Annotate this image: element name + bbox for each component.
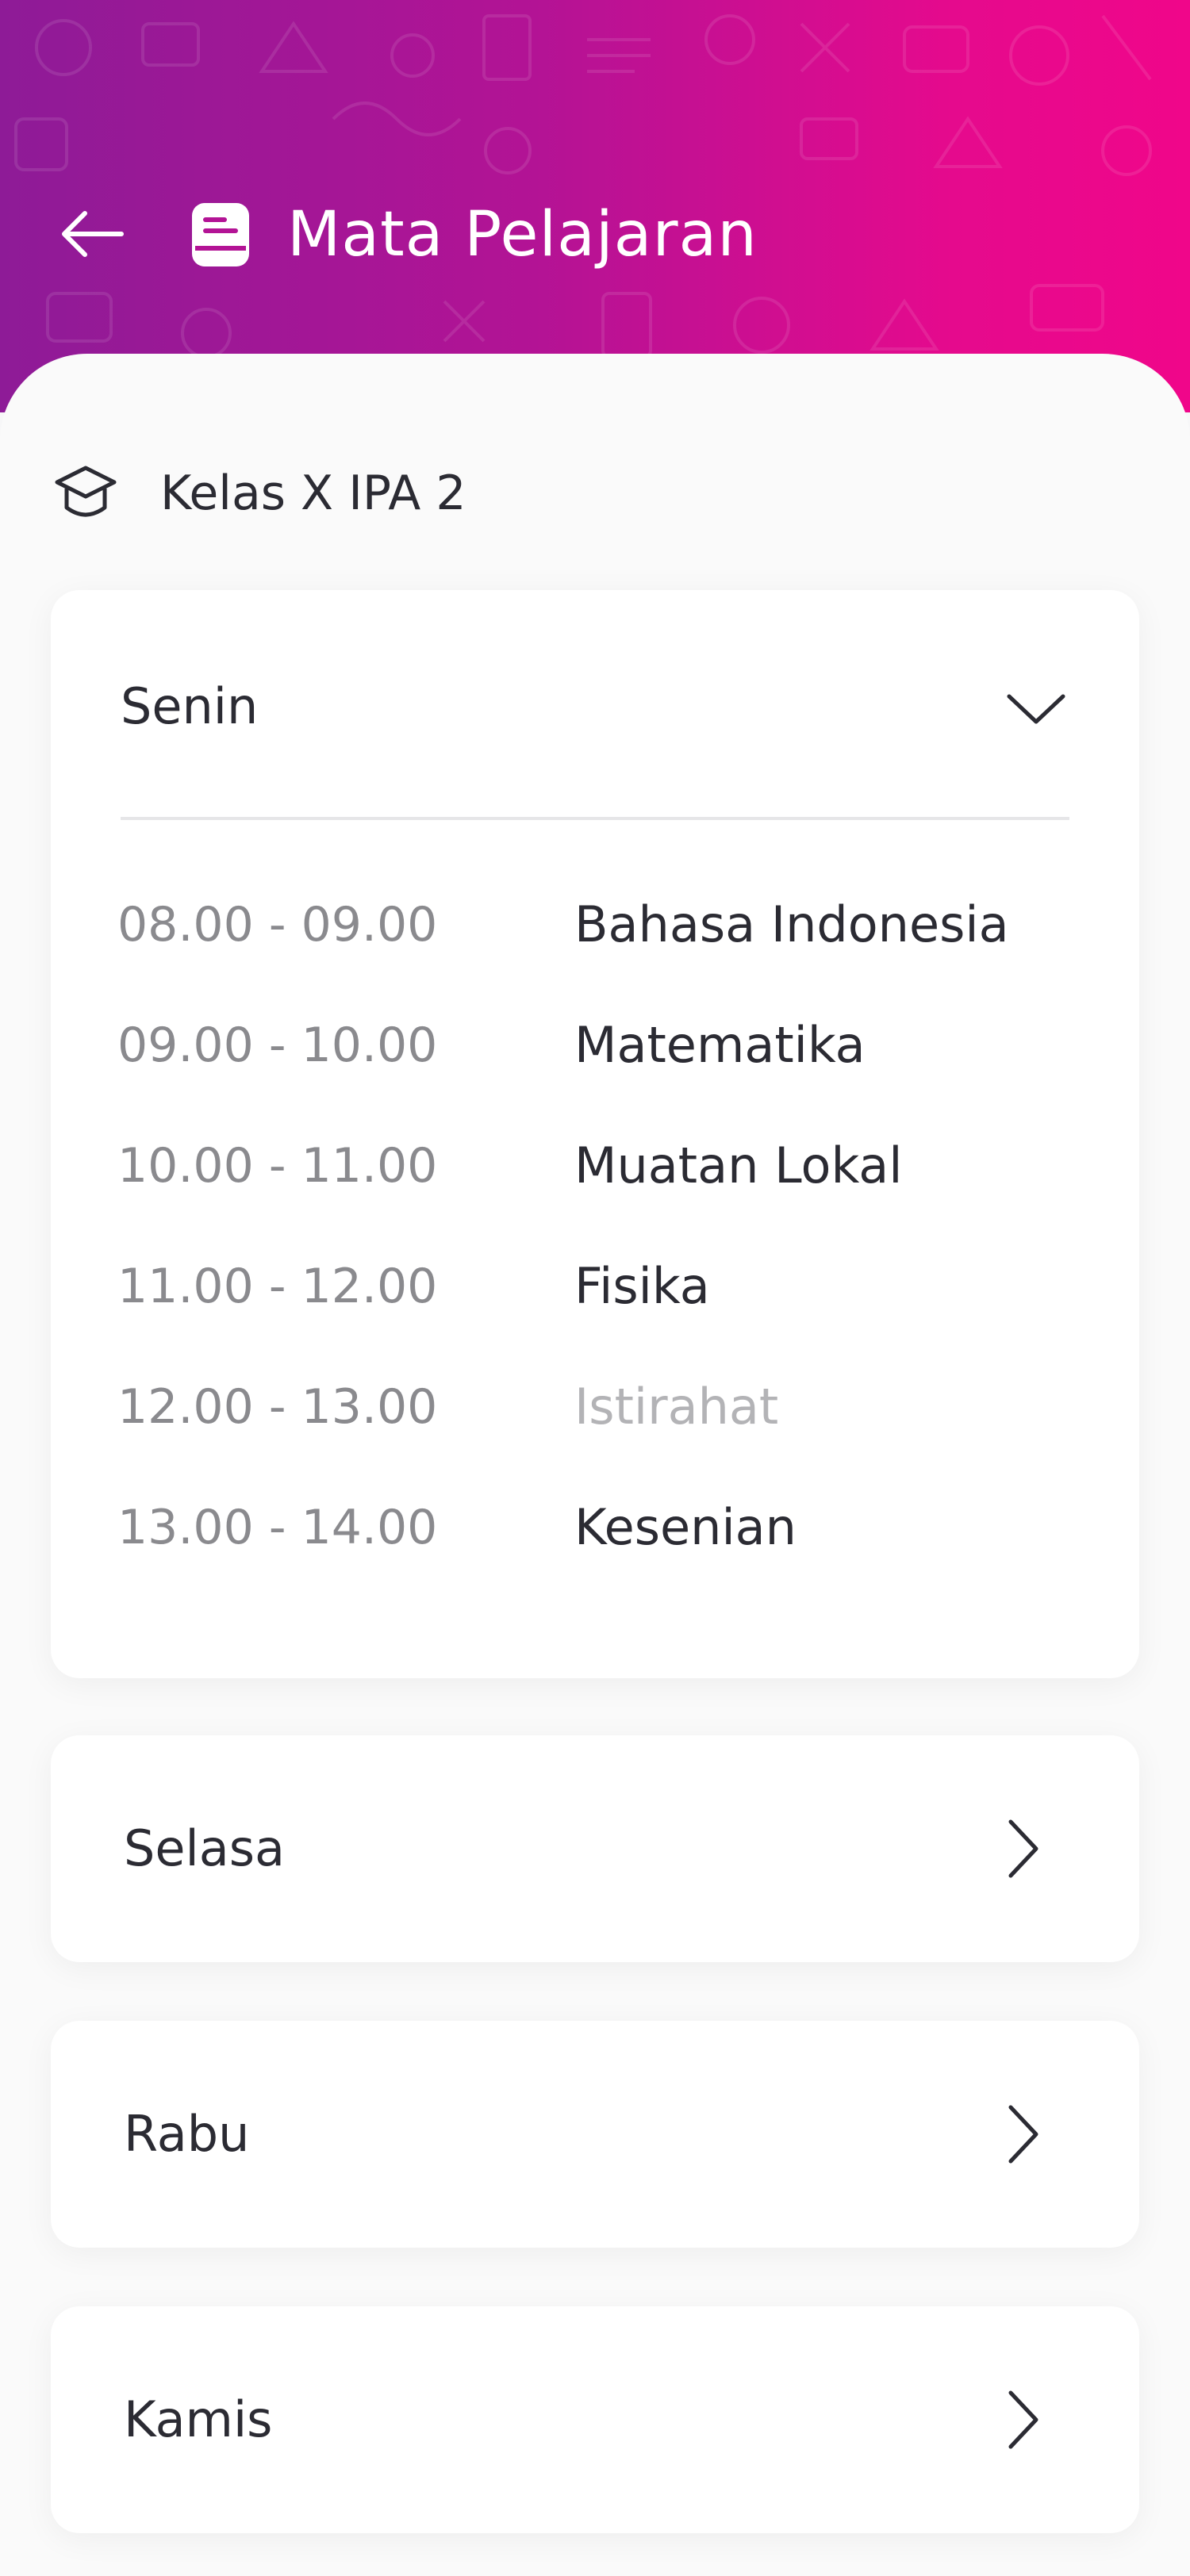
subject-name: Kesenian — [574, 1498, 797, 1556]
class-info: Kelas X IPA 2 — [52, 454, 466, 533]
chevron-down-icon — [1007, 694, 1065, 724]
day-card-rabu[interactable]: Rabu — [51, 2021, 1139, 2248]
class-label: Kelas X IPA 2 — [160, 466, 466, 521]
schedule-row: 12.00 - 13.00 Istirahat — [51, 1367, 1139, 1447]
chevron-right-icon — [984, 2380, 1063, 2459]
time-slot: 11.00 - 12.00 — [117, 1259, 438, 1314]
schedule-row: 11.00 - 12.00 Fisika — [51, 1247, 1139, 1326]
day-title-selasa: Selasa — [124, 1819, 286, 1877]
divider — [121, 817, 1069, 820]
day-title-senin[interactable]: Senin — [121, 677, 258, 735]
time-slot: 10.00 - 11.00 — [117, 1138, 438, 1194]
time-slot: 13.00 - 14.00 — [117, 1500, 438, 1555]
time-slot: 09.00 - 10.00 — [117, 1018, 438, 1073]
book-icon — [192, 203, 249, 266]
day-title-kamis: Kamis — [124, 2390, 273, 2448]
arrow-left-icon — [62, 211, 124, 257]
graduation-cap-icon — [55, 466, 117, 517]
subject-name: Bahasa Indonesia — [574, 895, 1009, 953]
header: Mata Pelajaran — [0, 0, 1190, 412]
day-card-kamis[interactable]: Kamis — [51, 2306, 1139, 2533]
subject-name: Fisika — [574, 1257, 710, 1315]
day-card-selasa[interactable]: Selasa — [51, 1735, 1139, 1962]
schedule-row: 10.00 - 11.00 Muatan Lokal — [51, 1126, 1139, 1206]
schedule-row: 09.00 - 10.00 Matematika — [51, 1006, 1139, 1085]
subject-name: Matematika — [574, 1016, 866, 1074]
collapse-button[interactable] — [996, 669, 1076, 749]
chevron-right-icon — [984, 1809, 1063, 1888]
schedule-row: 13.00 - 14.00 Kesenian — [51, 1488, 1139, 1567]
subject-name-break: Istirahat — [574, 1378, 779, 1436]
screen: Mata Pelajaran Kelas X IPA 2 Senin 08.00… — [0, 0, 1190, 2576]
chevron-right-icon — [984, 2095, 1063, 2174]
subject-name: Muatan Lokal — [574, 1137, 903, 1194]
back-button[interactable] — [48, 190, 135, 278]
time-slot: 08.00 - 09.00 — [117, 897, 438, 953]
schedule-row: 08.00 - 09.00 Bahasa Indonesia — [51, 885, 1139, 964]
day-card-senin: Senin 08.00 - 09.00 Bahasa Indonesia 09.… — [51, 590, 1139, 1678]
day-title-rabu: Rabu — [124, 2105, 250, 2163]
time-slot: 12.00 - 13.00 — [117, 1379, 438, 1435]
page-title: Mata Pelajaran — [287, 199, 758, 270]
